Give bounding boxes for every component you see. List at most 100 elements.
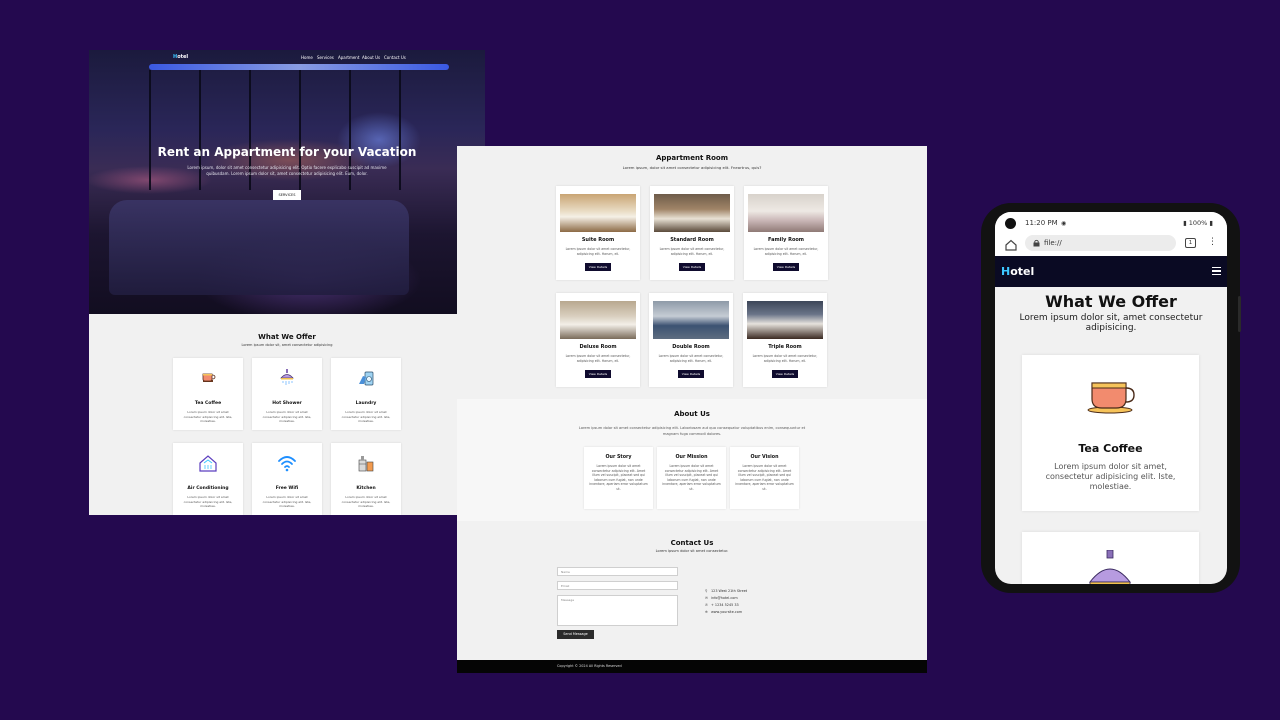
footer: Copyright © 2024 All Rights Reserved xyxy=(457,660,927,673)
offer-card-laundry: Laundry Lorem ipsum dolor sit amet conse… xyxy=(331,358,401,430)
offer-subtitle: Lorem ipsum dolor sit, amet consectetur … xyxy=(241,343,333,347)
more-menu-icon[interactable]: ⋮ xyxy=(1208,237,1217,247)
room-desc: Lorem ipsum dolor sit amet consectetur, … xyxy=(753,247,819,256)
hero-subtitle: Lorem ipsum, dolor sit amet consectetur … xyxy=(187,165,387,176)
room-title: Double Room xyxy=(672,344,710,350)
top-navbar: Hotel Home Services Apartment About Us C… xyxy=(89,50,485,67)
battery-percent: 100% xyxy=(1188,219,1208,227)
camera-icon xyxy=(1005,218,1016,229)
room-desc: Lorem ipsum dolor sit amet consectetur, … xyxy=(659,247,725,256)
hamburger-menu-icon[interactable] xyxy=(1212,267,1221,275)
contact-phone: ✆ + 1234 5245 33 xyxy=(705,603,739,607)
view-details-button[interactable]: View Details xyxy=(678,370,704,378)
room-title: Triple Room xyxy=(768,344,802,350)
window-frame xyxy=(149,70,151,190)
room-photo xyxy=(560,301,636,339)
room-card-double: Double Room Lorem ipsum dolor sit amet c… xyxy=(649,293,733,387)
view-details-button[interactable]: View Details xyxy=(679,263,705,271)
offer-card-hot-shower: Hot Shower Lorem ipsum dolor sit amet co… xyxy=(252,358,322,430)
about-card-desc: Lorem ipsum dolor sit amet consectetur a… xyxy=(662,464,721,491)
logo[interactable]: Hotel xyxy=(173,54,188,60)
battery-icon: ▮ xyxy=(1209,219,1213,227)
room-title: Deluxe Room xyxy=(579,344,617,350)
logo[interactable]: Hotel xyxy=(1001,265,1034,278)
about-card-vision: Our Vision Lorem ipsum dolor sit amet co… xyxy=(730,447,799,509)
room-card-triple: Triple Room Lorem ipsum dolor sit amet c… xyxy=(743,293,827,387)
room-card-suite: Suite Room Lorem ipsum dolor sit amet co… xyxy=(556,186,640,280)
phone-side-button xyxy=(1238,296,1241,332)
view-details-button[interactable]: View Details xyxy=(772,370,798,378)
hero-title: Rent an Appartment for your Vacation xyxy=(157,145,417,159)
card-title: Air Conditioning xyxy=(187,486,229,491)
room-desc: Lorem ipsum dolor sit amet consectetur, … xyxy=(658,354,724,363)
room-card-deluxe: Deluxe Room Lorem ipsum dolor sit amet c… xyxy=(556,293,640,387)
card-title: Kitchen xyxy=(356,486,376,491)
room-card-family: Family Room Lorem ipsum dolor sit amet c… xyxy=(744,186,828,280)
laundry-icon xyxy=(359,371,374,386)
nav-services[interactable]: Services xyxy=(317,55,334,60)
card-desc: Lorem ipsum dolor sit amet consectetur a… xyxy=(183,410,233,423)
room-card-standard: Standard Room Lorem ipsum dolor sit amet… xyxy=(650,186,734,280)
card-title: Tea Coffee xyxy=(1078,442,1143,455)
about-card-title: Our Vision xyxy=(750,455,779,460)
url-text: file:// xyxy=(1044,239,1062,247)
tea-cup-icon xyxy=(202,373,216,382)
view-details-button[interactable]: View Details xyxy=(585,263,611,271)
offer-card-free-wifi: Free Wifi Lorem ipsum dolor sit amet con… xyxy=(252,443,322,515)
address-bar[interactable]: file:// xyxy=(1025,235,1176,251)
nav-apartment[interactable]: Apartment xyxy=(338,55,359,60)
desktop-rooms-preview: Appartment Room Lorem ipsum, dolor sit a… xyxy=(457,146,927,673)
desktop-home-preview: Hotel Home Services Apartment About Us C… xyxy=(89,50,485,515)
hero-banner: Hotel Home Services Apartment About Us C… xyxy=(89,50,485,314)
kitchen-icon xyxy=(358,456,374,472)
room-photo xyxy=(654,194,730,232)
room-title: Standard Room xyxy=(670,237,714,243)
name-field[interactable]: Name xyxy=(557,567,678,576)
about-card-mission: Our Mission Lorem ipsum dolor sit amet c… xyxy=(657,447,726,509)
card-desc: Lorem ipsum dolor sit amet, consectetur … xyxy=(1045,462,1176,491)
about-subtitle: Lorem ipsum dolor sit amet consectetur a… xyxy=(578,426,806,436)
about-card-story: Our Story Lorem ipsum dolor sit amet con… xyxy=(584,447,653,509)
about-title: About Us xyxy=(674,410,710,418)
air-conditioning-icon xyxy=(199,455,217,472)
room-photo xyxy=(748,194,824,232)
notification-icon: ◉ xyxy=(1061,220,1067,227)
contact-email: ✉ info@hotel.com xyxy=(705,596,738,600)
offer-title: What We Offer xyxy=(1045,292,1177,311)
lock-icon xyxy=(1033,239,1040,247)
view-details-button[interactable]: View Details xyxy=(585,370,611,378)
message-field[interactable]: Message xyxy=(557,595,678,626)
about-card-title: Our Story xyxy=(605,455,632,460)
sofa-silhouette xyxy=(109,200,409,295)
mobile-navbar: Hotel xyxy=(995,256,1227,287)
signal-icon: ▮ xyxy=(1183,219,1187,227)
status-icons: ▮ 100% ▮ xyxy=(1183,219,1213,227)
nav-about-us[interactable]: About Us xyxy=(362,55,380,60)
about-card-desc: Lorem ipsum dolor sit amet consectetur a… xyxy=(589,464,648,491)
offer-card-tea-coffee: Tea Coffee Lorem ipsum dolor sit amet co… xyxy=(173,358,243,430)
contact-address: ⚲ 123 West 21th Street xyxy=(705,589,748,593)
room-desc: Lorem ipsum dolor sit amet consectetur, … xyxy=(565,354,631,363)
card-title: Free Wifi xyxy=(275,486,299,491)
room-title: Family Room xyxy=(767,237,805,243)
offer-subtitle: Lorem ipsum dolor sit, amet consectetur … xyxy=(1019,313,1203,333)
contact-subtitle: Lorem ipsum dolor sit amet consectetur. xyxy=(655,549,729,553)
services-button[interactable]: SERVICES xyxy=(273,190,301,200)
email-field[interactable]: Email xyxy=(557,581,678,590)
shower-icon xyxy=(1088,550,1132,584)
room-photo xyxy=(747,301,823,339)
rooms-subtitle: Lorem ipsum, dolor sit amet consectetur … xyxy=(622,165,762,170)
about-card-title: Our Mission xyxy=(675,455,708,460)
nav-contact-us[interactable]: Contact Us xyxy=(384,55,406,60)
send-message-button[interactable]: Send Message xyxy=(557,630,594,639)
home-icon[interactable] xyxy=(1004,238,1018,252)
status-time: 11:20 PM xyxy=(1025,219,1058,227)
tabs-count-icon[interactable]: 1 xyxy=(1185,238,1196,248)
view-details-button[interactable]: View Details xyxy=(773,263,799,271)
offer-title: What We Offer xyxy=(258,333,316,341)
copyright-text: Copyright © 2024 All Rights Reserved xyxy=(557,664,622,668)
card-desc: Lorem ipsum dolor sit amet consectetur a… xyxy=(341,410,391,423)
offer-card-kitchen: Kitchen Lorem ipsum dolor sit amet conse… xyxy=(331,443,401,515)
about-section: About Us Lorem ipsum dolor sit amet cons… xyxy=(457,399,927,521)
nav-home[interactable]: Home xyxy=(301,55,313,60)
